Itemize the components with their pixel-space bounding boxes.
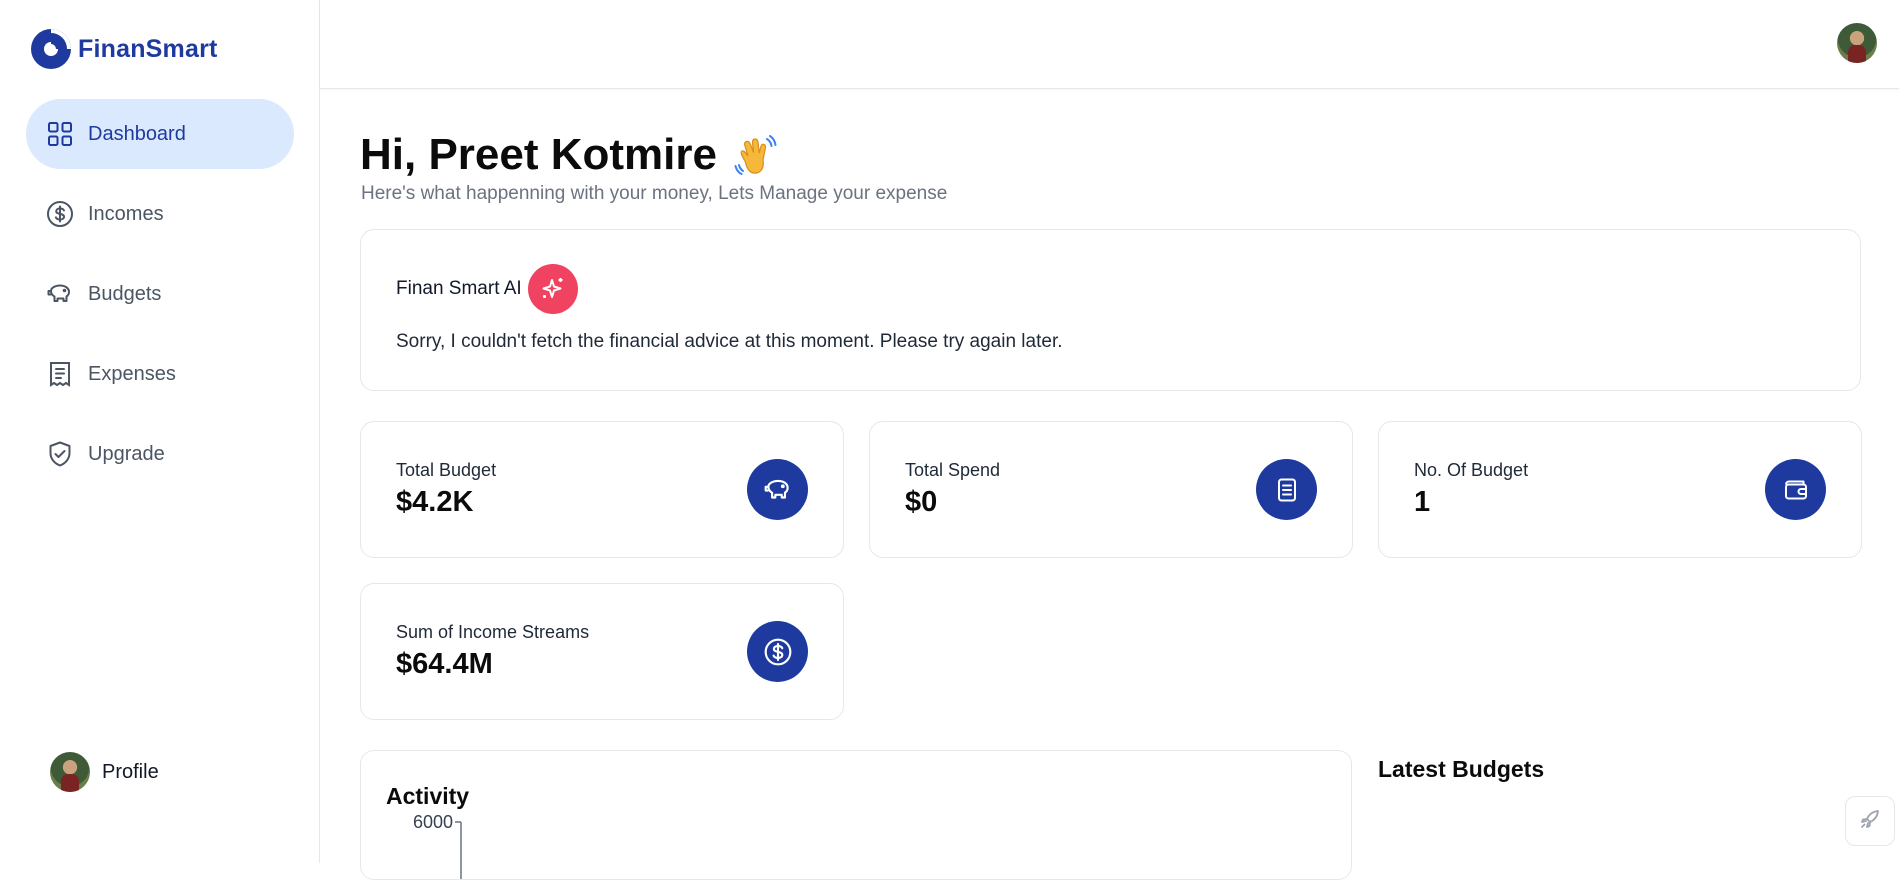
waving-hand-icon [734,135,777,175]
sidebar-item-label: Incomes [88,202,164,225]
stat-card-budget-count: No. Of Budget 1 [1378,421,1862,558]
sidebar-item-incomes[interactable]: Incomes [26,179,294,249]
stat-card-total-budget: Total Budget $4.2K [360,421,844,558]
stat-value: 1 [1414,486,1431,518]
y-tick-label: 6000 [413,812,453,832]
sidebar-item-budgets[interactable]: Budgets [26,259,294,329]
app-logo[interactable]: FinanSmart [30,28,218,70]
sparkles-icon [527,264,578,314]
user-avatar[interactable] [1837,23,1877,63]
stat-value: $64.4M [396,648,493,680]
page-subtitle: Here's what happenning with your money, … [361,183,948,204]
top-bar [320,0,1899,89]
stat-value: $0 [905,486,938,518]
piggy-bank-icon [747,459,808,520]
shield-check-icon [46,440,74,468]
grid-icon [46,120,74,148]
stat-label: No. Of Budget [1414,460,1529,480]
latest-budgets-title: Latest Budgets [1378,756,1545,782]
greeting-text: Hi, Preet Kotmire [360,130,717,179]
ai-message: Sorry, I couldn't fetch the financial ad… [396,331,1063,352]
stat-label: Sum of Income Streams [396,622,590,642]
ai-advice-card: Finan Smart AI Sorry, I couldn't fetch t… [360,229,1861,391]
app-name: FinanSmart [78,34,218,63]
page-title: Hi, Preet Kotmire [360,130,779,180]
sidebar-nav: Dashboard Incomes Budgets Expenses Upgra… [26,99,294,499]
rocket-button[interactable] [1845,796,1895,846]
receipt-icon [46,360,74,388]
sidebar-item-dashboard[interactable]: Dashboard [26,99,294,169]
dollar-circle-icon [46,200,74,228]
activity-card: Activity 6000 [360,750,1352,880]
sidebar: FinanSmart Dashboard Incomes Budgets Exp… [0,0,320,863]
stat-card-total-spend: Total Spend $0 [869,421,1353,558]
receipt-icon [1256,459,1317,520]
sidebar-item-upgrade[interactable]: Upgrade [26,419,294,489]
ai-card-header: Finan Smart AI [396,264,578,314]
wallet-icon [1765,459,1826,520]
avatar [50,752,90,792]
dollar-circle-icon [747,621,808,682]
sidebar-item-label: Upgrade [88,442,165,465]
profile-button[interactable]: Profile [50,752,159,792]
sidebar-item-expenses[interactable]: Expenses [26,339,294,409]
sidebar-item-label: Expenses [88,362,176,385]
stat-card-income-streams: Sum of Income Streams $64.4M [360,583,844,720]
stat-value: $4.2K [396,486,474,518]
profile-label: Profile [102,760,159,783]
sidebar-item-label: Dashboard [88,122,186,145]
piggy-bank-icon [46,280,74,308]
activity-title: Activity [386,783,470,809]
sidebar-item-label: Budgets [88,282,162,305]
ai-card-title: Finan Smart AI [396,278,522,299]
stat-label: Total Spend [905,460,1001,480]
logo-icon [31,29,71,69]
stat-label: Total Budget [396,460,497,480]
activity-chart: 6000 [413,812,462,879]
rocket-icon [1858,807,1882,836]
